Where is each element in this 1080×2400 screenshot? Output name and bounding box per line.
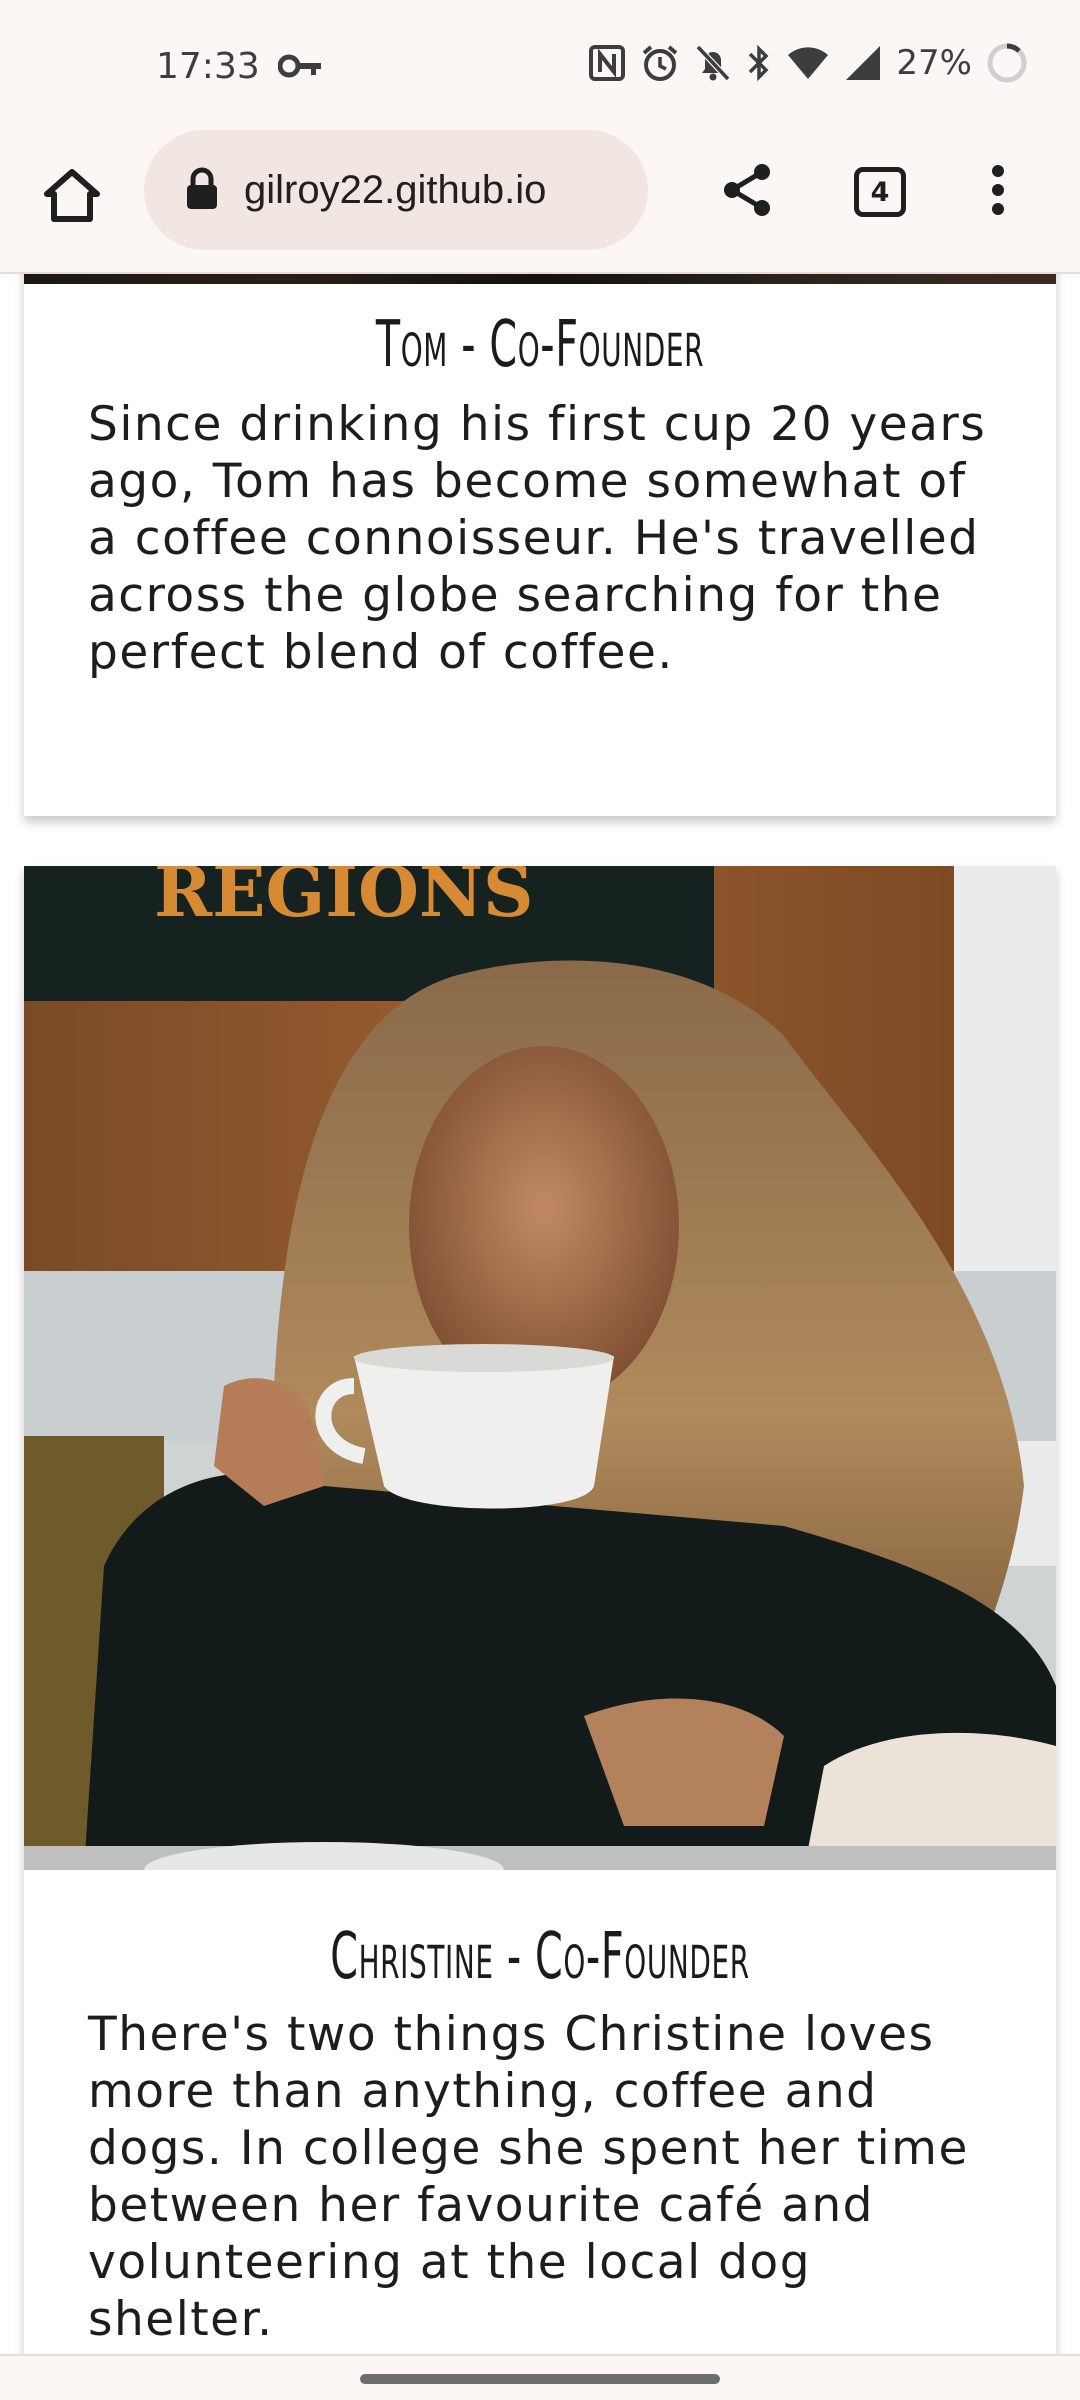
status-bar: 17:33 27% [0,0,1080,130]
share-button[interactable] [712,156,784,228]
page-content[interactable]: Tom - Co-Founder Since drinking his firs… [0,274,1080,2354]
more-vert-icon [990,164,1006,220]
card-description: There's two things Christine loves more … [88,2007,969,2347]
card-title: Tom - Co-Founder [375,308,705,382]
bluetooth-icon [746,43,772,83]
mute-bell-icon [694,43,732,83]
battery-ring-icon [986,42,1028,84]
gesture-nav-area [0,2354,1080,2400]
sign-text: REGIONS [154,866,534,933]
tab-switcher-button[interactable]: 4 [844,156,916,228]
wifi-icon [786,45,830,81]
overflow-menu-button[interactable] [962,156,1034,228]
card-title: Christine - Co-Founder [330,1920,750,1994]
url-text: gilroy22.github.io [244,167,547,212]
status-time: 17:33 [156,46,260,87]
vpn-key-icon [277,54,322,82]
url-bar[interactable]: gilroy22.github.io [144,130,648,250]
status-icons: 27% [588,42,1028,84]
christine-photo: REGIONS [24,866,1056,1870]
alarm-icon [640,43,680,83]
tab-count: 4 [854,167,906,217]
team-card-tom: Tom - Co-Founder Since drinking his firs… [24,274,1056,816]
home-button[interactable] [36,162,108,234]
card-description: Since drinking his first cup 20 years ag… [88,397,987,680]
gesture-handle[interactable] [360,2374,720,2384]
tom-photo [24,274,1056,284]
browser-toolbar: gilroy22.github.io 4 [0,130,1080,274]
team-card-christine: REGIONS Christine - Co-Founder There's t… [24,866,1056,2354]
home-icon [42,167,102,229]
battery-percent: 27% [896,43,972,83]
signal-icon [844,44,882,82]
nfc-icon [588,44,626,82]
lock-icon [184,166,220,214]
share-icon [720,162,776,222]
